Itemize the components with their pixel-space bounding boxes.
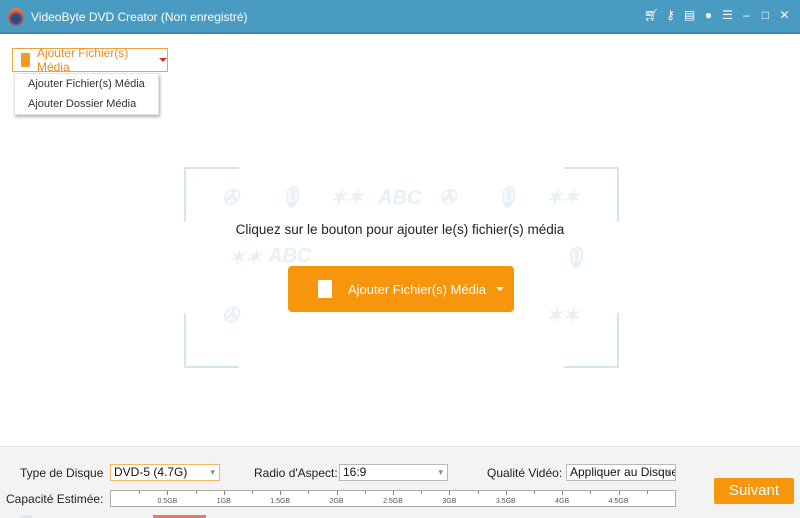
stars-icon: ✶✶: [546, 305, 580, 327]
capacity-tick: [308, 491, 310, 494]
film-reel-icon: ✇: [439, 187, 456, 209]
film-reel-icon: ✇: [222, 305, 239, 327]
add-media-main-label: Ajouter Fichier(s) Média: [348, 281, 486, 297]
capacity-tick: [562, 491, 564, 495]
chat-icon[interactable]: ●: [699, 8, 718, 22]
capacity-tick: [167, 491, 169, 495]
pattern-abc: ABC: [378, 187, 422, 209]
capacity-bar: 0.5GB 1GB 1.5GB 2GB 2.5GB 3GB 3.5GB 4GB 4.5GB: [110, 490, 676, 507]
menu-item-add-files[interactable]: Ajouter Fichier(s) Média: [15, 74, 158, 94]
close-icon[interactable]: ✕: [775, 8, 794, 22]
capacity-tick: [393, 491, 394, 495]
capacity-tick-label: 4GB: [555, 498, 570, 505]
capacity-tick: [449, 491, 451, 495]
capacity-tick-label: 3.5GB: [495, 498, 516, 505]
disc-type-select[interactable]: DVD-5 (4.7G): [110, 464, 220, 481]
capacity-tick: [364, 491, 366, 494]
chevron-down-icon: [159, 58, 167, 62]
quality-label: Qualité Vidéo:: [487, 466, 563, 480]
capacity-tick: [618, 491, 620, 495]
aspect-select[interactable]: 16:9: [339, 464, 448, 481]
next-button[interactable]: Suivant: [714, 478, 794, 504]
capacity-tick: [421, 491, 423, 494]
add-media-label: Ajouter Fichier(s) Média: [36, 46, 129, 74]
add-media-dropdown-button[interactable]: Ajouter Fichier(s) Média: [12, 46, 168, 74]
menu-item-add-folder[interactable]: Ajouter Dossier Média: [15, 94, 158, 114]
stars-icon: ✶✶: [330, 187, 364, 209]
film-reel-icon: ✇: [222, 187, 239, 209]
capacity-tick: [477, 491, 479, 494]
window-title: VideoByte DVD Creator (Non enregistré): [31, 10, 248, 24]
feedback-icon[interactable]: ☰: [718, 8, 737, 22]
stars-icon: ✶✶: [546, 187, 580, 209]
add-media-main-button[interactable]: Ajouter Fichier(s) Média: [288, 266, 514, 312]
microphone-icon: 🎙︎: [494, 187, 520, 209]
capacity-tick: [139, 491, 141, 494]
quality-select[interactable]: Appliquer au Disque: [566, 464, 676, 481]
capacity-tick-label: 1.5GB: [270, 498, 291, 505]
capacity-label: Capacité Estimée:: [6, 492, 104, 506]
maximize-icon[interactable]: □: [756, 8, 775, 22]
disc-type-label: Type de Disque: [20, 466, 104, 480]
app-logo-icon: [8, 8, 24, 26]
add-file-icon: [21, 53, 30, 67]
capacity-tick: [252, 491, 253, 494]
capacity-tick-label: 1GB: [216, 498, 231, 505]
save-icon[interactable]: ▤: [680, 8, 699, 22]
stars-icon: ✶✶: [228, 247, 262, 269]
capacity-tick: [195, 491, 197, 494]
minimize-icon[interactable]: –: [737, 8, 756, 22]
capacity-tick-label: 3GB: [442, 498, 457, 505]
capacity-tick-label: 2GB: [329, 498, 344, 505]
title-bar: VideoByte DVD Creator (Non enregistré) 🛒…: [0, 0, 800, 34]
chevron-down-icon: [496, 287, 504, 291]
capacity-tick: [336, 491, 338, 495]
add-file-icon: [318, 280, 332, 298]
add-media-menu: Ajouter Fichier(s) Média Ajouter Dossier…: [14, 73, 159, 115]
capacity-tick: [534, 491, 535, 494]
cart-icon[interactable]: 🛒︎: [642, 8, 661, 22]
drop-hint-text: Cliquez sur le bouton pour ajouter le(s)…: [235, 222, 565, 237]
capacity-tick: [505, 491, 507, 495]
aspect-label: Radio d'Aspect:: [254, 466, 338, 480]
bottom-panel: [0, 446, 800, 518]
pattern-abc: ABC: [268, 245, 312, 267]
capacity-tick-label: 2.5GB: [383, 498, 403, 505]
capacity-tick-label: 4.5GB: [608, 498, 629, 505]
microphone-icon: 🎙︎: [278, 187, 304, 209]
key-icon[interactable]: ⚷: [661, 8, 680, 22]
capacity-tick: [223, 491, 225, 495]
capacity-tick-label: 0.5GB: [157, 498, 178, 505]
capacity-tick: [590, 491, 592, 494]
capacity-tick: [646, 491, 648, 494]
microphone-icon: 🎙︎: [562, 247, 588, 269]
capacity-tick: [280, 491, 282, 495]
